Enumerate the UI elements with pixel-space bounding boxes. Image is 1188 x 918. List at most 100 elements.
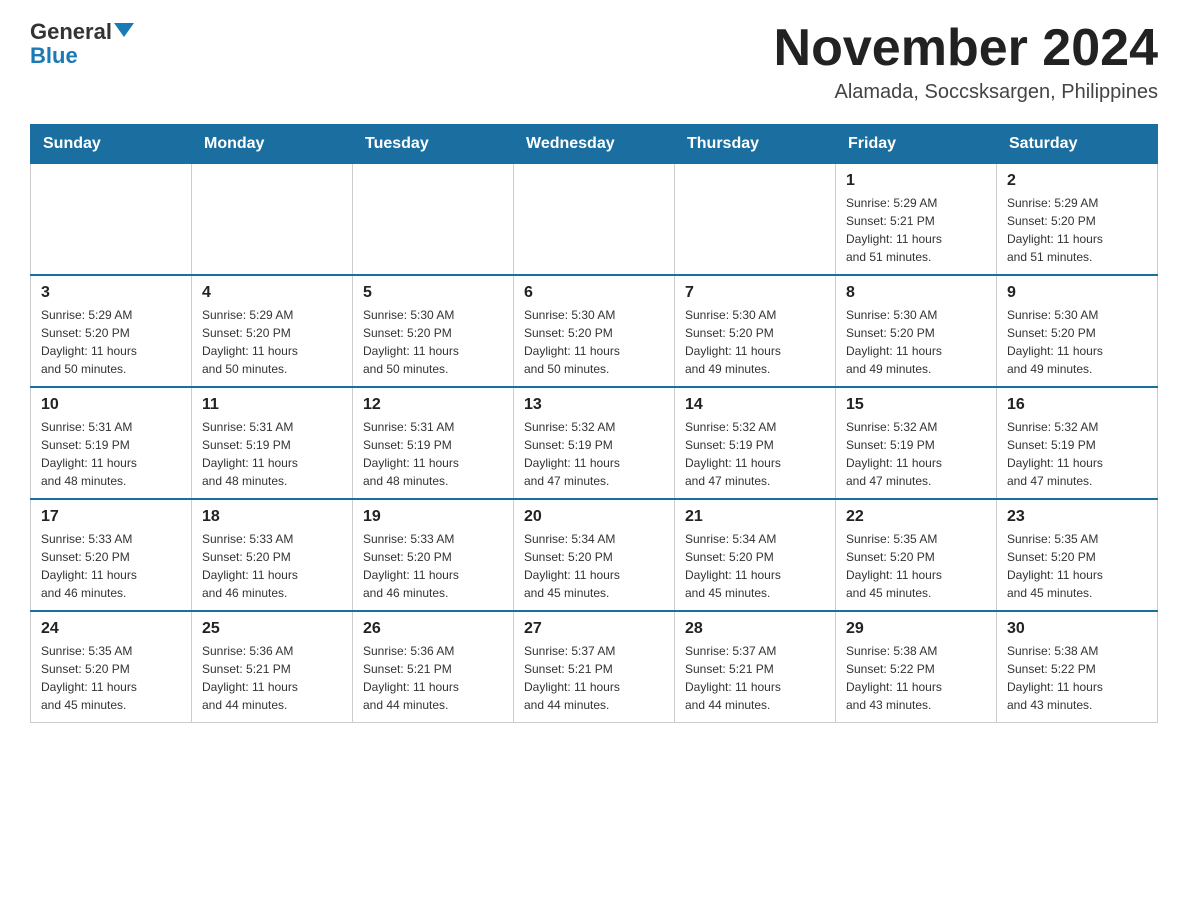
day-number: 29 (846, 620, 986, 638)
day-number: 4 (202, 284, 342, 302)
day-info: Sunrise: 5:33 AM Sunset: 5:20 PM Dayligh… (363, 530, 503, 602)
calendar-cell: 8 Sunrise: 5:30 AM Sunset: 5:20 PM Daylig… (836, 275, 997, 387)
calendar-header-row: SundayMondayTuesdayWednesdayThursdayFrid… (31, 125, 1158, 164)
calendar-cell: 25 Sunrise: 5:36 AM Sunset: 5:21 PM Dayli… (192, 611, 353, 723)
logo: General Blue (30, 20, 134, 68)
calendar-cell (31, 164, 192, 276)
location: Alamada, Soccsksargen, Philippines (774, 81, 1158, 104)
calendar-cell: 20 Sunrise: 5:34 AM Sunset: 5:20 PM Dayli… (514, 499, 675, 611)
logo-blue-text: Blue (30, 43, 78, 68)
calendar-cell: 12 Sunrise: 5:31 AM Sunset: 5:19 PM Dayli… (353, 387, 514, 499)
day-info: Sunrise: 5:30 AM Sunset: 5:20 PM Dayligh… (524, 306, 664, 378)
day-number: 17 (41, 508, 181, 526)
day-number: 25 (202, 620, 342, 638)
calendar-cell: 19 Sunrise: 5:33 AM Sunset: 5:20 PM Dayli… (353, 499, 514, 611)
day-info: Sunrise: 5:36 AM Sunset: 5:21 PM Dayligh… (363, 642, 503, 714)
day-number: 26 (363, 620, 503, 638)
day-number: 5 (363, 284, 503, 302)
day-info: Sunrise: 5:32 AM Sunset: 5:19 PM Dayligh… (1007, 418, 1147, 490)
day-info: Sunrise: 5:30 AM Sunset: 5:20 PM Dayligh… (363, 306, 503, 378)
calendar-header-monday: Monday (192, 125, 353, 164)
day-info: Sunrise: 5:33 AM Sunset: 5:20 PM Dayligh… (41, 530, 181, 602)
calendar-header-saturday: Saturday (997, 125, 1158, 164)
calendar-cell (353, 164, 514, 276)
calendar-cell: 7 Sunrise: 5:30 AM Sunset: 5:20 PM Daylig… (675, 275, 836, 387)
calendar-week-row: 3 Sunrise: 5:29 AM Sunset: 5:20 PM Daylig… (31, 275, 1158, 387)
day-info: Sunrise: 5:36 AM Sunset: 5:21 PM Dayligh… (202, 642, 342, 714)
calendar-table: SundayMondayTuesdayWednesdayThursdayFrid… (30, 124, 1158, 723)
day-info: Sunrise: 5:35 AM Sunset: 5:20 PM Dayligh… (41, 642, 181, 714)
day-info: Sunrise: 5:29 AM Sunset: 5:20 PM Dayligh… (202, 306, 342, 378)
calendar-cell: 18 Sunrise: 5:33 AM Sunset: 5:20 PM Dayli… (192, 499, 353, 611)
day-info: Sunrise: 5:31 AM Sunset: 5:19 PM Dayligh… (202, 418, 342, 490)
calendar-cell: 22Sunrise: 5:35 AM Sunset: 5:20 PM Dayli… (836, 499, 997, 611)
day-number: 7 (685, 284, 825, 302)
calendar-cell: 27Sunrise: 5:37 AM Sunset: 5:21 PM Dayli… (514, 611, 675, 723)
calendar-cell: 1 Sunrise: 5:29 AM Sunset: 5:21 PM Daylig… (836, 164, 997, 276)
day-info: Sunrise: 5:29 AM Sunset: 5:21 PM Dayligh… (846, 194, 986, 266)
calendar-cell: 6 Sunrise: 5:30 AM Sunset: 5:20 PM Daylig… (514, 275, 675, 387)
day-info: Sunrise: 5:30 AM Sunset: 5:20 PM Dayligh… (846, 306, 986, 378)
calendar-cell: 16 Sunrise: 5:32 AM Sunset: 5:19 PM Dayli… (997, 387, 1158, 499)
calendar-cell: 2Sunrise: 5:29 AM Sunset: 5:20 PM Daylig… (997, 164, 1158, 276)
calendar-header-sunday: Sunday (31, 125, 192, 164)
day-number: 16 (1007, 396, 1147, 414)
calendar-cell: 10 Sunrise: 5:31 AM Sunset: 5:19 PM Dayli… (31, 387, 192, 499)
day-number: 22 (846, 508, 986, 526)
month-title: November 2024 (774, 20, 1158, 77)
day-info: Sunrise: 5:34 AM Sunset: 5:20 PM Dayligh… (524, 530, 664, 602)
calendar-cell: 15 Sunrise: 5:32 AM Sunset: 5:19 PM Dayli… (836, 387, 997, 499)
day-info: Sunrise: 5:38 AM Sunset: 5:22 PM Dayligh… (1007, 642, 1147, 714)
day-number: 11 (202, 396, 342, 414)
calendar-cell (514, 164, 675, 276)
day-number: 19 (363, 508, 503, 526)
day-info: Sunrise: 5:35 AM Sunset: 5:20 PM Dayligh… (1007, 530, 1147, 602)
day-number: 8 (846, 284, 986, 302)
day-number: 12 (363, 396, 503, 414)
calendar-cell: 5 Sunrise: 5:30 AM Sunset: 5:20 PM Daylig… (353, 275, 514, 387)
logo-triangle-icon (114, 23, 134, 37)
day-number: 10 (41, 396, 181, 414)
day-number: 23 (1007, 508, 1147, 526)
calendar-cell: 4 Sunrise: 5:29 AM Sunset: 5:20 PM Daylig… (192, 275, 353, 387)
logo-general-text: General (30, 19, 112, 44)
day-number: 24 (41, 620, 181, 638)
calendar-week-row: 1 Sunrise: 5:29 AM Sunset: 5:21 PM Daylig… (31, 164, 1158, 276)
day-info: Sunrise: 5:29 AM Sunset: 5:20 PM Dayligh… (1007, 194, 1147, 266)
day-number: 20 (524, 508, 664, 526)
day-info: Sunrise: 5:38 AM Sunset: 5:22 PM Dayligh… (846, 642, 986, 714)
calendar-week-row: 17 Sunrise: 5:33 AM Sunset: 5:20 PM Dayli… (31, 499, 1158, 611)
day-number: 15 (846, 396, 986, 414)
day-info: Sunrise: 5:32 AM Sunset: 5:19 PM Dayligh… (685, 418, 825, 490)
day-info: Sunrise: 5:30 AM Sunset: 5:20 PM Dayligh… (685, 306, 825, 378)
day-info: Sunrise: 5:31 AM Sunset: 5:19 PM Dayligh… (41, 418, 181, 490)
day-number: 1 (846, 172, 986, 190)
day-number: 30 (1007, 620, 1147, 638)
day-info: Sunrise: 5:32 AM Sunset: 5:19 PM Dayligh… (846, 418, 986, 490)
day-number: 9 (1007, 284, 1147, 302)
day-number: 3 (41, 284, 181, 302)
calendar-cell: 17 Sunrise: 5:33 AM Sunset: 5:20 PM Dayli… (31, 499, 192, 611)
day-number: 14 (685, 396, 825, 414)
day-info: Sunrise: 5:32 AM Sunset: 5:19 PM Dayligh… (524, 418, 664, 490)
page-header: General Blue November 2024 Alamada, Socc… (30, 20, 1158, 104)
day-info: Sunrise: 5:33 AM Sunset: 5:20 PM Dayligh… (202, 530, 342, 602)
calendar-cell (192, 164, 353, 276)
calendar-cell: 29 Sunrise: 5:38 AM Sunset: 5:22 PM Dayli… (836, 611, 997, 723)
calendar-cell: 11 Sunrise: 5:31 AM Sunset: 5:19 PM Dayli… (192, 387, 353, 499)
calendar-cell: 3Sunrise: 5:29 AM Sunset: 5:20 PM Daylig… (31, 275, 192, 387)
day-info: Sunrise: 5:31 AM Sunset: 5:19 PM Dayligh… (363, 418, 503, 490)
day-number: 28 (685, 620, 825, 638)
calendar-cell: 28Sunrise: 5:37 AM Sunset: 5:21 PM Dayli… (675, 611, 836, 723)
day-number: 27 (524, 620, 664, 638)
calendar-header-tuesday: Tuesday (353, 125, 514, 164)
calendar-header-thursday: Thursday (675, 125, 836, 164)
calendar-cell: 21Sunrise: 5:34 AM Sunset: 5:20 PM Dayli… (675, 499, 836, 611)
day-number: 6 (524, 284, 664, 302)
day-number: 18 (202, 508, 342, 526)
calendar-header-friday: Friday (836, 125, 997, 164)
calendar-cell: 30 Sunrise: 5:38 AM Sunset: 5:22 PM Dayli… (997, 611, 1158, 723)
day-info: Sunrise: 5:30 AM Sunset: 5:20 PM Dayligh… (1007, 306, 1147, 378)
day-number: 13 (524, 396, 664, 414)
calendar-week-row: 10 Sunrise: 5:31 AM Sunset: 5:19 PM Dayli… (31, 387, 1158, 499)
